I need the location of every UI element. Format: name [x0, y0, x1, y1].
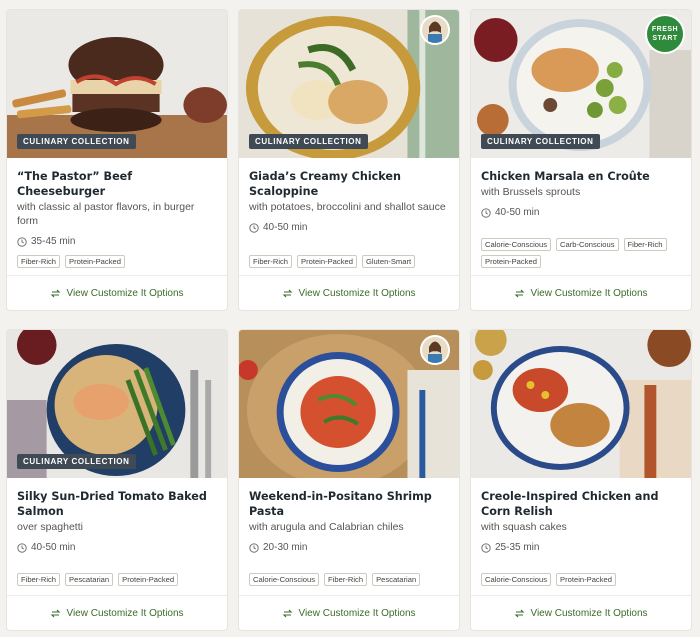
recipe-subtitle: with potatoes, broccolini and shallot sa…	[249, 201, 446, 213]
tag-fiber-rich: Fiber-Rich	[17, 573, 61, 586]
customize-options-label: View Customize It Options	[530, 607, 648, 619]
recipe-tags: Fiber-Rich Protein-Packed Gluten-Smart	[249, 255, 453, 268]
customize-options-link[interactable]: View Customize It Options	[239, 275, 459, 310]
recipe-tags: Calorie-Conscious Carb-Conscious Fiber-R…	[481, 238, 685, 268]
tag-fiber-rich: Fiber-Rich	[324, 573, 368, 586]
recipe-photo[interactable]: CULINARY COLLECTION	[239, 10, 459, 158]
customize-options-label: View Customize It Options	[66, 607, 184, 619]
clock-icon	[481, 207, 491, 218]
recipe-photo[interactable]: CULINARY COLLECTION	[7, 10, 227, 158]
tag-fiber-rich: Fiber-Rich	[623, 238, 667, 251]
tag-pescatarian: Pescatarian	[372, 573, 421, 586]
recipe-card[interactable]: Creole-Inspired Chicken and Corn Relish …	[470, 329, 692, 631]
recipe-subtitle: with squash cakes	[481, 521, 567, 533]
clock-icon	[17, 542, 27, 553]
tag-fiber-rich: Fiber-Rich	[17, 255, 61, 268]
recipe-title[interactable]: Silky Sun-Dried Tomato Baked Salmon	[17, 489, 217, 519]
swap-arrows-icon	[51, 289, 61, 297]
customize-options-label: View Customize It Options	[298, 607, 416, 619]
recipe-card[interactable]: CULINARY COLLECTION Silky Sun-Dried Toma…	[6, 329, 228, 631]
tag-fiber-rich: Fiber-Rich	[249, 255, 293, 268]
clock-icon	[249, 222, 259, 233]
customize-options-label: View Customize It Options	[298, 287, 416, 299]
chef-avatar	[420, 335, 450, 365]
customize-options-link[interactable]: View Customize It Options	[7, 595, 227, 630]
recipe-tags: Fiber-Rich Protein-Packed	[17, 255, 221, 268]
recipe-time-label: 40-50 min	[495, 207, 540, 218]
recipe-card[interactable]: CULINARY COLLECTION Giada’s Creamy Chick…	[238, 9, 460, 311]
recipe-subtitle: with arugula and Calabrian chiles	[249, 521, 404, 533]
tag-protein-packed: Protein-Packed	[118, 573, 179, 586]
recipe-title[interactable]: Giada’s Creamy Chicken Scaloppine	[249, 169, 449, 199]
tag-calorie-conscious: Calorie-Conscious	[481, 238, 552, 251]
recipe-time: 25-35 min	[481, 542, 681, 553]
recipe-photo[interactable]	[471, 330, 691, 478]
recipe-time: 40-50 min	[481, 207, 681, 218]
recipe-card[interactable]: Weekend-in-Positano Shrimp Pasta with ar…	[238, 329, 460, 631]
culinary-collection-badge: CULINARY COLLECTION	[17, 134, 136, 149]
customize-options-label: View Customize It Options	[530, 287, 648, 299]
recipe-subtitle: with classic al pastor flavors, in burge…	[17, 201, 195, 227]
recipe-time: 40-50 min	[249, 222, 449, 233]
recipe-photo[interactable]	[239, 330, 459, 478]
recipe-time-label: 40-50 min	[263, 222, 308, 233]
recipe-card[interactable]: CULINARY COLLECTION “The Pastor” Beef Ch…	[6, 9, 228, 311]
recipe-time-label: 40-50 min	[31, 542, 76, 553]
swap-arrows-icon	[283, 609, 293, 617]
tag-pescatarian: Pescatarian	[65, 573, 114, 586]
tag-calorie-conscious: Calorie-Conscious	[481, 573, 552, 586]
swap-arrows-icon	[515, 289, 525, 297]
recipe-photo[interactable]: FRESH START CULINARY COLLECTION	[471, 10, 691, 158]
recipe-title[interactable]: Weekend-in-Positano Shrimp Pasta	[249, 489, 449, 519]
customize-options-link[interactable]: View Customize It Options	[471, 275, 691, 310]
swap-arrows-icon	[51, 609, 61, 617]
recipe-tags: Calorie-Conscious Protein-Packed	[481, 573, 685, 586]
culinary-collection-badge: CULINARY COLLECTION	[17, 454, 136, 469]
customize-options-link[interactable]: View Customize It Options	[471, 595, 691, 630]
fresh-start-badge: FRESH START	[645, 14, 685, 54]
recipe-time: 35-45 min	[17, 236, 217, 247]
tag-protein-packed: Protein-Packed	[65, 255, 125, 268]
swap-arrows-icon	[515, 609, 525, 617]
culinary-collection-badge: CULINARY COLLECTION	[249, 134, 368, 149]
recipe-time-label: 25-35 min	[495, 542, 540, 553]
customize-options-label: View Customize It Options	[66, 287, 184, 299]
recipe-photo[interactable]: CULINARY COLLECTION	[7, 330, 227, 478]
tag-carb-conscious: Carb-Conscious	[556, 238, 619, 251]
customize-options-link[interactable]: View Customize It Options	[7, 275, 227, 310]
recipe-title[interactable]: Chicken Marsala en Croûte	[481, 169, 681, 184]
tag-protein-packed: Protein-Packed	[297, 255, 357, 268]
recipe-grid: CULINARY COLLECTION “The Pastor” Beef Ch…	[0, 0, 700, 637]
tag-gluten-smart: Gluten-Smart	[361, 255, 416, 268]
swap-arrows-icon	[283, 289, 293, 297]
tag-calorie-conscious: Calorie-Conscious	[249, 573, 320, 586]
recipe-tags: Calorie-Conscious Fiber-Rich Pescatarian	[249, 573, 453, 586]
recipe-subtitle: with Brussels sprouts	[481, 186, 581, 198]
tag-protein-packed: Protein-Packed	[481, 255, 541, 268]
recipe-time-label: 35-45 min	[31, 236, 76, 247]
recipe-title[interactable]: “The Pastor” Beef Cheeseburger	[17, 169, 217, 199]
chef-avatar	[420, 15, 450, 45]
customize-options-link[interactable]: View Customize It Options	[239, 595, 459, 630]
recipe-card[interactable]: FRESH START CULINARY COLLECTION Chicken …	[470, 9, 692, 311]
recipe-tags: Fiber-Rich Pescatarian Protein-Packed	[17, 573, 221, 586]
recipe-title[interactable]: Creole-Inspired Chicken and Corn Relish	[481, 489, 681, 519]
clock-icon	[249, 542, 259, 553]
recipe-time: 20-30 min	[249, 542, 449, 553]
clock-icon	[481, 542, 491, 553]
culinary-collection-badge: CULINARY COLLECTION	[481, 134, 600, 149]
tag-protein-packed: Protein-Packed	[556, 573, 616, 586]
recipe-subtitle: over spaghetti	[17, 521, 83, 533]
recipe-time: 40-50 min	[17, 542, 217, 553]
clock-icon	[17, 236, 27, 247]
recipe-time-label: 20-30 min	[263, 542, 308, 553]
